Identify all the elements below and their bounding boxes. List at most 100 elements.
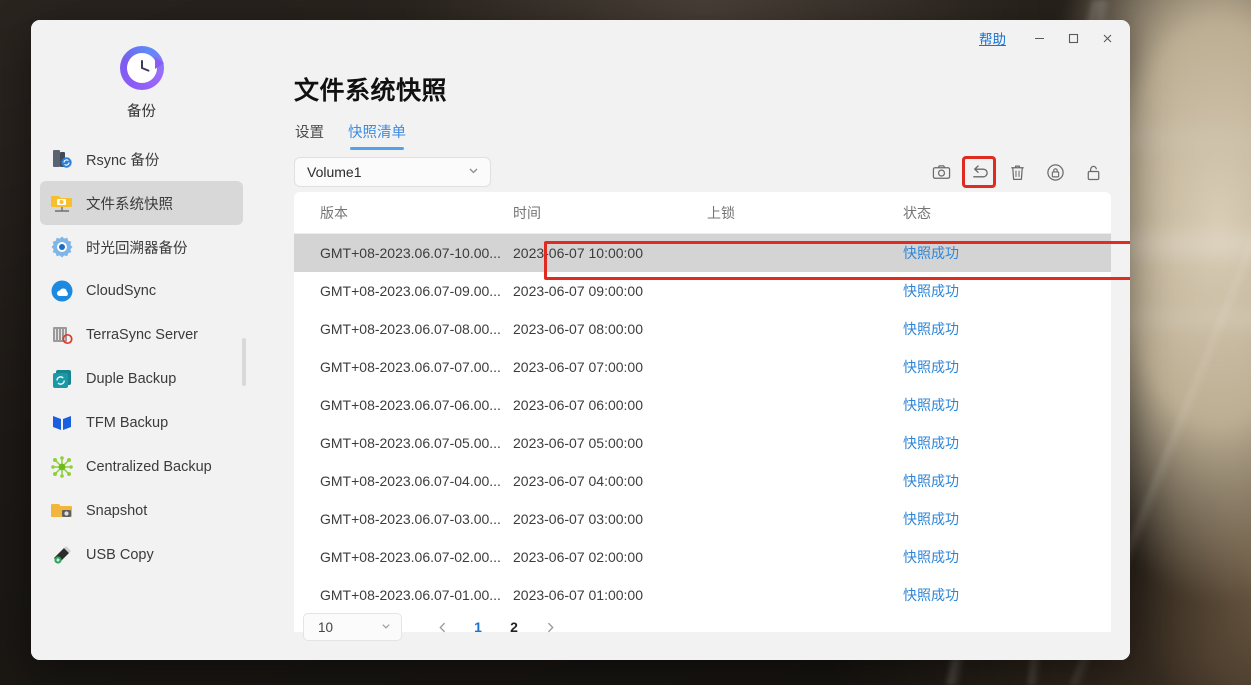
cell-time: 2023-06-07 02:00:00 — [513, 549, 643, 565]
pagination: 10 1 2 — [303, 613, 568, 641]
chevron-down-icon — [467, 164, 480, 180]
sidebar-nav: Rsync 备份 文件系统快照 时光回溯器备份 CloudSync TerraS… — [31, 137, 252, 577]
table-row[interactable]: GMT+08-2023.06.07-01.00... 2023-06-07 01:… — [294, 576, 1111, 614]
sidebar-item-usb-copy[interactable]: USB Copy — [40, 533, 243, 577]
cell-status: 快照成功 — [903, 511, 959, 527]
table-row[interactable]: GMT+08-2023.06.07-10.00... 2023-06-07 10:… — [294, 234, 1111, 272]
column-header-lock: 上锁 — [707, 204, 735, 221]
table-row[interactable]: GMT+08-2023.06.07-07.00... 2023-06-07 07:… — [294, 348, 1111, 386]
tab-bar: 设置 快照清单 — [295, 121, 406, 150]
sidebar-item-label: Snapshot — [86, 503, 148, 519]
sidebar-scrollbar[interactable] — [242, 338, 246, 386]
sidebar-item-duple-backup[interactable]: Duple Backup — [40, 357, 243, 401]
column-header-version: 版本 — [320, 204, 348, 221]
cell-version: GMT+08-2023.06.07-04.00... — [320, 473, 501, 489]
sidebar-item-label: USB Copy — [86, 547, 154, 563]
app-name: 备份 — [127, 104, 156, 120]
cell-version: GMT+08-2023.06.07-07.00... — [320, 359, 501, 375]
minimize-icon[interactable] — [1022, 23, 1056, 53]
column-header-time: 时间 — [513, 204, 541, 221]
tfm-backup-icon — [50, 411, 74, 435]
page-size-value: 10 — [318, 619, 334, 635]
cell-version: GMT+08-2023.06.07-06.00... — [320, 397, 501, 413]
window-titlebar: 帮助 — [979, 20, 1130, 56]
cloud-sync-icon — [50, 279, 74, 303]
column-header-status: 状态 — [903, 204, 931, 221]
cell-status: 快照成功 — [903, 245, 959, 261]
cell-time: 2023-06-07 01:00:00 — [513, 587, 643, 603]
sidebar-item-time-machine-backup[interactable]: 时光回溯器备份 — [40, 225, 243, 269]
sidebar-item-rsync-backup[interactable]: Rsync 备份 — [40, 137, 243, 181]
cell-status: 快照成功 — [903, 473, 959, 489]
table-row[interactable]: GMT+08-2023.06.07-05.00... 2023-06-07 05:… — [294, 424, 1111, 462]
sidebar-item-filesystem-snapshot[interactable]: 文件系统快照 — [40, 181, 243, 225]
cell-time: 2023-06-07 05:00:00 — [513, 435, 643, 451]
cell-time: 2023-06-07 08:00:00 — [513, 321, 643, 337]
sidebar-item-snapshot[interactable]: Snapshot — [40, 489, 243, 533]
sidebar: 备份 Rsync 备份 文件系统快照 时光回溯器备份 CloudSync Ter… — [31, 20, 252, 660]
cell-version: GMT+08-2023.06.07-03.00... — [320, 511, 501, 527]
cell-version: GMT+08-2023.06.07-09.00... — [320, 283, 501, 299]
table-row[interactable]: GMT+08-2023.06.07-02.00... 2023-06-07 02:… — [294, 538, 1111, 576]
cell-status: 快照成功 — [903, 435, 959, 451]
usb-copy-icon — [50, 543, 74, 567]
sidebar-item-terrasync-server[interactable]: TerraSync Server — [40, 313, 243, 357]
sidebar-item-tfm-backup[interactable]: TFM Backup — [40, 401, 243, 445]
table-header-row: 版本 时间 上锁 状态 — [294, 192, 1111, 234]
terrasync-server-icon — [50, 323, 74, 347]
sidebar-item-label: Centralized Backup — [86, 459, 212, 475]
delete-button[interactable] — [1002, 158, 1032, 186]
server-sync-icon — [50, 147, 74, 171]
cell-version: GMT+08-2023.06.07-10.00... — [320, 245, 501, 261]
table-row[interactable]: GMT+08-2023.06.07-03.00... 2023-06-07 03:… — [294, 500, 1111, 538]
cell-time: 2023-06-07 03:00:00 — [513, 511, 643, 527]
help-link[interactable]: 帮助 — [979, 28, 1006, 48]
volume-select[interactable]: Volume1 — [294, 157, 491, 187]
page-button-2[interactable]: 2 — [501, 614, 527, 640]
unlock-button[interactable] — [1078, 158, 1108, 186]
snapshot-folder-icon — [50, 499, 74, 523]
sidebar-item-centralized-backup[interactable]: Centralized Backup — [40, 445, 243, 489]
sidebar-item-label: Rsync 备份 — [86, 152, 160, 169]
volume-select-value: Volume1 — [307, 164, 362, 180]
cell-time: 2023-06-07 10:00:00 — [513, 245, 643, 261]
chevron-down-icon — [380, 620, 392, 635]
cell-version: GMT+08-2023.06.07-08.00... — [320, 321, 501, 337]
sidebar-item-label: CloudSync — [86, 283, 157, 299]
restore-button[interactable] — [962, 156, 996, 188]
table-body: GMT+08-2023.06.07-10.00... 2023-06-07 10:… — [294, 234, 1111, 614]
duple-backup-icon — [50, 367, 74, 391]
main-content: 帮助 文件系统快照 设置 快照清单 Volume1 版本 时间 上锁 状态 GM… — [252, 20, 1130, 660]
chevron-right-icon[interactable] — [537, 614, 563, 640]
cell-version: GMT+08-2023.06.07-05.00... — [320, 435, 501, 451]
backup-app-window: 备份 Rsync 备份 文件系统快照 时光回溯器备份 CloudSync Ter… — [31, 20, 1130, 660]
page-button-1[interactable]: 1 — [465, 614, 491, 640]
table-row[interactable]: GMT+08-2023.06.07-08.00... 2023-06-07 08:… — [294, 310, 1111, 348]
page-title: 文件系统快照 — [294, 77, 448, 105]
maximize-icon[interactable] — [1056, 23, 1090, 53]
table-row[interactable]: GMT+08-2023.06.07-09.00... 2023-06-07 09:… — [294, 272, 1111, 310]
table-row[interactable]: GMT+08-2023.06.07-06.00... 2023-06-07 06:… — [294, 386, 1111, 424]
cell-status: 快照成功 — [903, 321, 959, 337]
table-row[interactable]: GMT+08-2023.06.07-04.00... 2023-06-07 04:… — [294, 462, 1111, 500]
sidebar-item-label: 文件系统快照 — [86, 196, 173, 213]
cell-status: 快照成功 — [903, 397, 959, 413]
chevron-left-icon[interactable] — [429, 614, 455, 640]
centralized-backup-icon — [50, 455, 74, 479]
clone-lock-button[interactable] — [1040, 158, 1070, 186]
tab-settings[interactable]: 设置 — [295, 121, 324, 150]
tab-snapshot-list[interactable]: 快照清单 — [348, 121, 406, 150]
snapshot-table: 版本 时间 上锁 状态 GMT+08-2023.06.07-10.00... 20… — [294, 192, 1111, 632]
page-size-select[interactable]: 10 — [303, 613, 402, 641]
sidebar-item-label: 时光回溯器备份 — [86, 240, 188, 257]
time-machine-icon — [50, 235, 74, 259]
sidebar-item-cloudsync[interactable]: CloudSync — [40, 269, 243, 313]
close-icon[interactable] — [1090, 23, 1124, 53]
cell-time: 2023-06-07 06:00:00 — [513, 397, 643, 413]
sidebar-item-label: TFM Backup — [86, 415, 169, 431]
folder-snapshot-icon — [50, 191, 74, 215]
cell-version: GMT+08-2023.06.07-01.00... — [320, 587, 501, 603]
cell-status: 快照成功 — [903, 359, 959, 375]
cell-time: 2023-06-07 07:00:00 — [513, 359, 643, 375]
take-snapshot-button[interactable] — [926, 158, 956, 186]
